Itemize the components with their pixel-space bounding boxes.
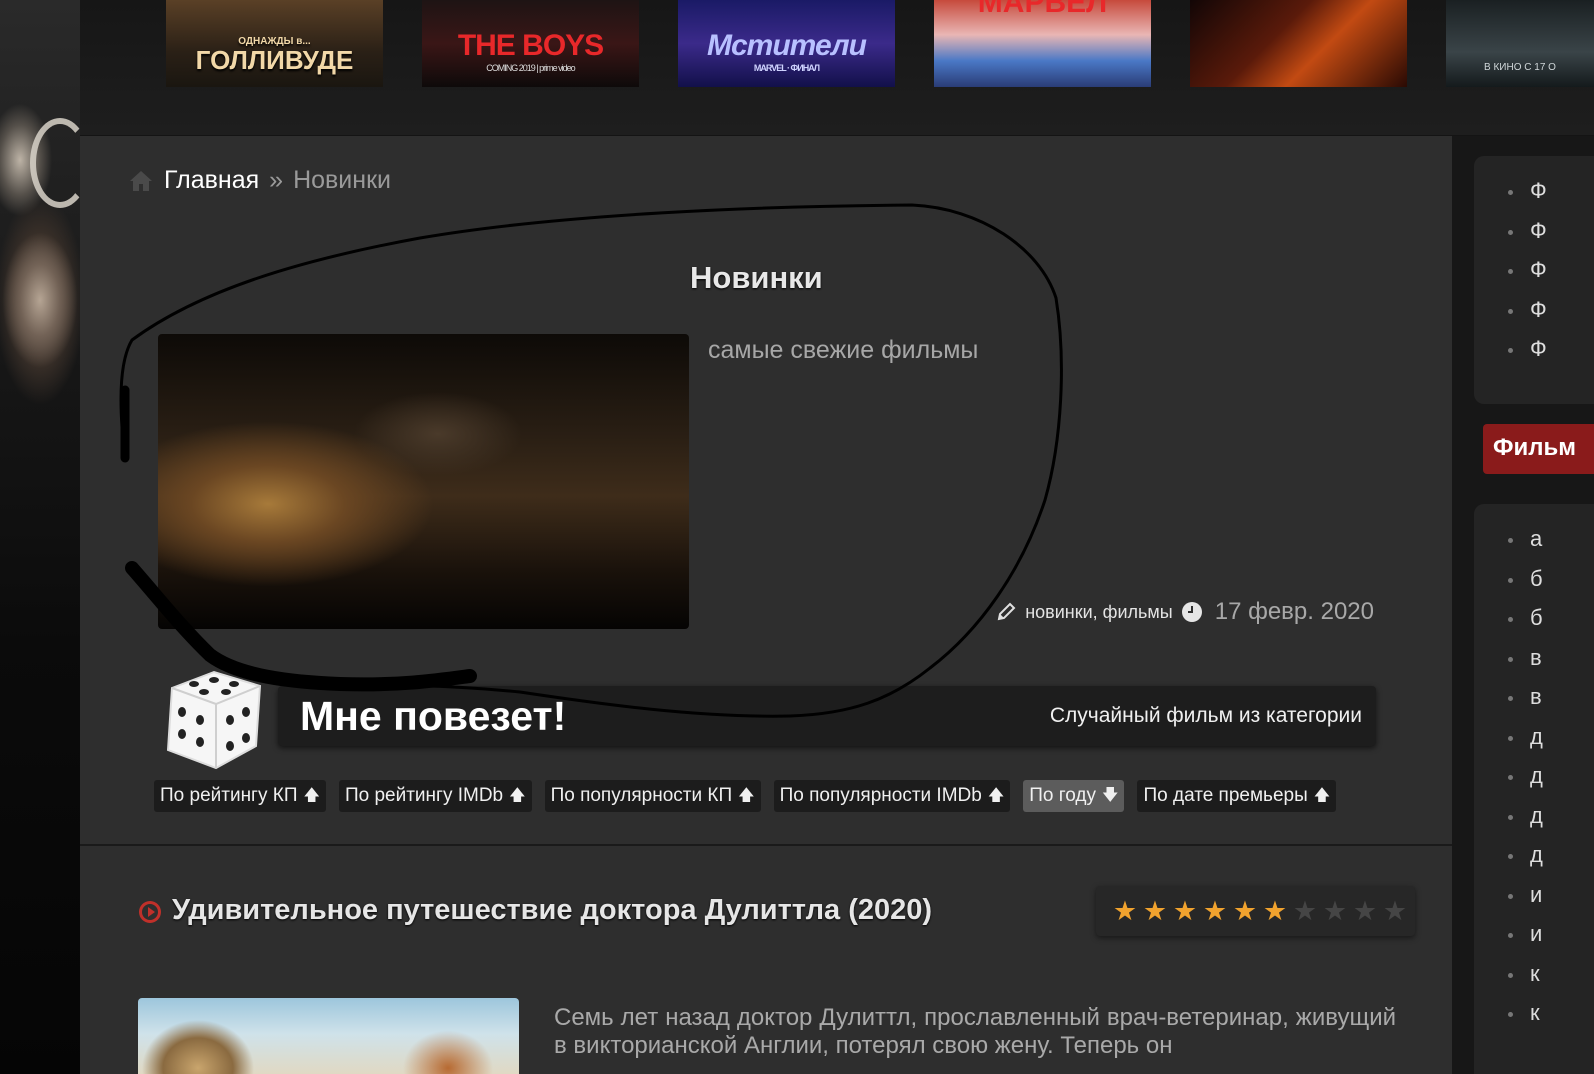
background-ring <box>30 118 80 208</box>
sidebar-genre-item[interactable]: б <box>1508 566 1594 606</box>
sidebar-item[interactable]: Ф <box>1508 178 1594 218</box>
sort-label: По году <box>1029 785 1097 806</box>
movie-title-link[interactable]: Удивительное путешествие доктора Дулиттл… <box>172 892 932 929</box>
poster-3[interactable]: МАРВЕЛ <box>934 0 1151 87</box>
home-icon[interactable] <box>128 169 154 193</box>
star-icon[interactable]: ★ <box>1350 898 1380 925</box>
movie-description: Семь лет назад доктор Дулиттл, прославле… <box>554 1004 1396 1059</box>
sidebar-genre-item[interactable]: б <box>1508 605 1594 645</box>
background-figure <box>0 200 80 400</box>
sidebar-genre-item[interactable]: и <box>1508 921 1594 961</box>
sort-label: По рейтингу КП <box>160 785 298 806</box>
movie-poster[interactable] <box>138 998 519 1074</box>
poster-1[interactable]: THE BOYS COMING 2019 | prime video <box>422 0 639 87</box>
sort-bar: По рейтингу КП 🡅 По рейтингу IMDb 🡅 По п… <box>154 780 1337 812</box>
sort-year-button[interactable]: По году 🡇 <box>1023 780 1125 812</box>
category-date: 17 февр. 2020 <box>1214 598 1374 625</box>
play-icon <box>139 901 161 923</box>
sidebar-item[interactable]: Ф <box>1508 218 1594 258</box>
sidebar-genre-list: а б б в в д д д д и и к к <box>1474 504 1594 1074</box>
category-title: Новинки <box>690 260 823 295</box>
poster-subtext: В КИНО С 17 О <box>1484 62 1556 73</box>
arrow-up-icon: 🡅 <box>303 787 320 804</box>
arrow-up-icon: 🡅 <box>509 787 526 804</box>
poster-5[interactable]: В КИНО С 17 О <box>1446 0 1594 87</box>
arrow-down-icon: 🡇 <box>1102 787 1119 804</box>
movie-header: Удивительное путешествие доктора Дулиттл… <box>138 892 938 929</box>
breadcrumb: Главная » Новинки <box>128 166 391 195</box>
arrow-up-icon: 🡅 <box>738 787 755 804</box>
poster-4[interactable] <box>1190 0 1407 87</box>
sidebar-genre-item[interactable]: а <box>1508 526 1594 566</box>
background-art <box>0 0 80 1074</box>
star-rating: ★ ★ ★ ★ ★ ★ ★ ★ ★ ★ <box>1096 886 1415 936</box>
sidebar-genre-item[interactable]: д <box>1508 724 1594 764</box>
sidebar-genre-item[interactable]: в <box>1508 684 1594 724</box>
sort-label: По дате премьеры <box>1143 785 1308 806</box>
sidebar-menu: Ф Ф Ф Ф Ф <box>1474 156 1594 404</box>
sort-label: По популярности IMDb <box>779 785 982 806</box>
sort-imdb-popularity-button[interactable]: По популярности IMDb 🡅 <box>773 780 1011 812</box>
category-meta: новинки, фильмы 17 февр. 2020 <box>995 598 1374 626</box>
star-icon[interactable]: ★ <box>1110 898 1140 925</box>
poster-title: МАРВЕЛ <box>977 0 1108 19</box>
random-movie-title: Мне повезет! <box>300 692 567 739</box>
breadcrumb-current: Новинки <box>293 166 391 194</box>
arrow-up-icon: 🡅 <box>987 787 1005 804</box>
poster-2[interactable]: Мстители MARVEL · ФИНАЛ <box>678 0 895 87</box>
category-tags[interactable]: новинки, фильмы <box>1025 602 1173 623</box>
poster-title: THE BOYS <box>457 29 604 62</box>
star-icon[interactable]: ★ <box>1380 898 1410 925</box>
star-icon[interactable]: ★ <box>1230 898 1260 925</box>
random-movie-subtitle: Случайный фильм из категории <box>1049 704 1362 727</box>
clock-icon <box>1181 602 1202 622</box>
star-icon[interactable]: ★ <box>1260 898 1290 925</box>
poster-carousel: ОДНАЖДЫ в... ГОЛЛИВУДЕ THE BOYS COMING 201… <box>80 0 1594 135</box>
star-icon[interactable]: ★ <box>1320 898 1350 925</box>
pencil-icon <box>997 602 1016 621</box>
main-content: Главная » Новинки Новинки самые свежие ф… <box>80 136 1452 1074</box>
sort-label: По популярности КП <box>550 785 733 806</box>
sidebar-genre-item[interactable]: к <box>1508 1000 1594 1040</box>
sidebar-genre-item[interactable]: д <box>1508 803 1594 843</box>
category-image <box>158 334 689 629</box>
sort-premiere-date-button[interactable]: По дате премьеры 🡅 <box>1137 780 1337 812</box>
star-icon[interactable]: ★ <box>1140 898 1170 925</box>
sidebar-item[interactable]: Ф <box>1508 257 1594 297</box>
poster-title: Мстители <box>707 29 867 62</box>
star-icon[interactable]: ★ <box>1200 898 1230 925</box>
random-movie-button[interactable]: Мне повезет! Случайный фильм из категори… <box>278 686 1376 746</box>
sidebar-genre-item[interactable]: в <box>1508 645 1594 685</box>
dice-icon[interactable] <box>164 668 264 772</box>
sidebar-genre-item[interactable]: д <box>1508 763 1594 803</box>
section-divider <box>80 844 1452 846</box>
sidebar-item[interactable]: Ф <box>1508 336 1594 376</box>
sort-imdb-rating-button[interactable]: По рейтингу IMDb 🡅 <box>338 780 532 812</box>
sidebar-genre-item[interactable]: д <box>1508 842 1594 882</box>
sort-kp-rating-button[interactable]: По рейтингу КП 🡅 <box>154 780 326 812</box>
sort-kp-popularity-button[interactable]: По популярности КП 🡅 <box>544 780 761 812</box>
sidebar-item[interactable]: Ф <box>1508 297 1594 337</box>
random-movie-widget: Мне повезет! Случайный фильм из категори… <box>164 668 1376 772</box>
star-icon[interactable]: ★ <box>1290 898 1320 925</box>
poster-0[interactable]: ОДНАЖДЫ в... ГОЛЛИВУДЕ <box>166 0 383 87</box>
poster-title: ГОЛЛИВУДЕ <box>195 45 354 75</box>
star-icon[interactable]: ★ <box>1170 898 1200 925</box>
sidebar: Ф Ф Ф Ф Ф Фильм а б б в в д д д д и и к … <box>1452 136 1594 1074</box>
poster-subtext: MARVEL · ФИНАЛ <box>753 63 820 73</box>
poster-subtext: COMING 2019 | prime video <box>486 63 575 73</box>
sidebar-section-header: Фильм <box>1483 424 1594 474</box>
sort-label: По рейтингу IMDb <box>344 785 504 806</box>
sidebar-genre-item[interactable]: к <box>1508 961 1594 1001</box>
breadcrumb-separator: » <box>269 166 284 194</box>
breadcrumb-home-link[interactable]: Главная <box>164 166 259 195</box>
category-description: самые свежие фильмы <box>708 336 979 364</box>
sidebar-genre-item[interactable]: и <box>1508 882 1594 922</box>
arrow-up-icon: 🡅 <box>1313 787 1331 804</box>
